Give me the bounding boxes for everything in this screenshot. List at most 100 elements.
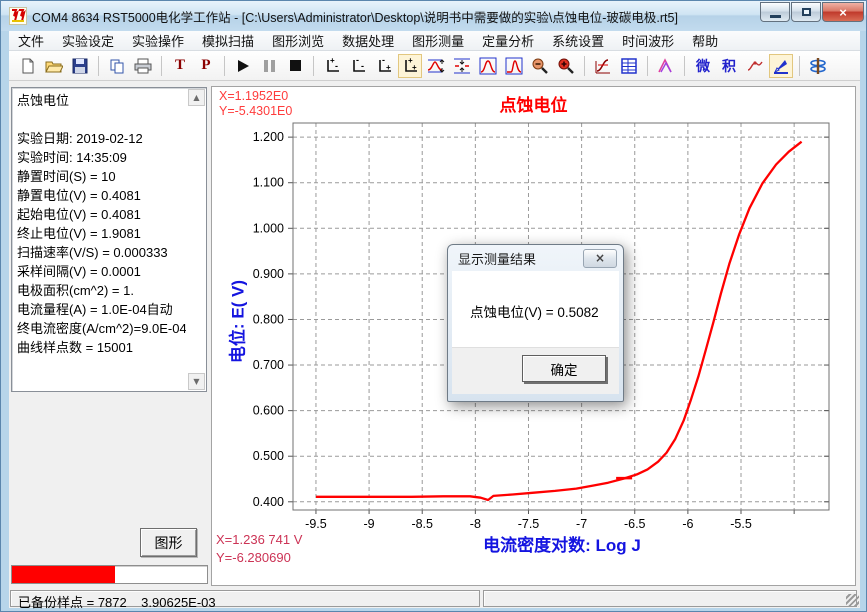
title-bar: COM4 8634 RST5000电化学工作站 - [C:\Users\Admi… [1,1,867,31]
differentiate-button[interactable]: 微 [691,54,715,78]
pause-icon [264,60,275,72]
copy-button[interactable] [105,54,129,78]
window-controls: × [759,2,864,22]
progress-fill [12,566,115,583]
toolbar-separator [684,56,685,76]
rotate-3d-button[interactable] [806,54,830,78]
window-title: COM4 8634 RST5000电化学工作站 - [C:\Users\Admi… [32,7,678,26]
resize-grip[interactable] [846,594,859,607]
scroll-down-button[interactable]: ▼ [188,373,205,390]
ok-button[interactable]: 确定 [522,355,606,382]
marker-p-button[interactable]: P [194,54,218,78]
graph-button[interactable]: 图形 [140,528,197,557]
menu-item-3[interactable]: 模拟扫描 [193,30,263,51]
print-button[interactable] [131,54,155,78]
menu-item-8[interactable]: 系统设置 [543,30,613,51]
integrate-icon: 积 [722,56,736,76]
new-file-button[interactable] [16,54,40,78]
menu-bar: 文件实验设定实验操作模拟扫描图形浏览数据处理图形测量定量分析系统设置时间波形帮助 [9,31,860,51]
axes-y-plus-x-plus-button[interactable]: ++ [398,54,422,78]
toolbar-separator [799,56,800,76]
letter-t-icon: T [175,57,185,74]
stop-button[interactable] [283,54,307,78]
open-file-button[interactable] [42,54,66,78]
close-icon: × [839,5,847,20]
toolbar-separator [161,56,162,76]
svg-text:-: - [361,61,364,71]
cursor-readout-bottom: X=1.236 741 V Y=-6.280690 [216,531,302,567]
menu-item-10[interactable]: 帮助 [683,30,727,51]
y-tick-label: 0.700 [253,358,284,372]
x-tick-label: -9 [364,517,375,531]
y-tick-label: 1.000 [253,221,284,235]
application-window: COM4 8634 RST5000电化学工作站 - [C:\Users\Admi… [0,0,867,612]
toolbar-separator [224,56,225,76]
y-axis-label: 电位: E( V) [224,242,249,402]
zoom-out-button[interactable] [528,54,552,78]
dialog-footer: 确定 [452,347,619,394]
y-tick-label: 0.500 [253,449,284,463]
run-button[interactable] [231,54,255,78]
toolbar-separator [98,56,99,76]
restore-button[interactable] [791,2,821,22]
graph-button-label: 图形 [155,533,183,553]
work-area: 点蚀电位 实验日期: 2019-02-12 实验时间: 14:35:09 静置时… [9,81,860,587]
zoom-in-button[interactable] [554,54,578,78]
peak-overlay-button[interactable] [654,54,678,78]
scroll-up-button[interactable]: ▲ [188,89,205,106]
stop-icon [290,60,301,71]
dialog-close-button[interactable]: × [583,249,617,268]
axes-y-minus-x-minus-button[interactable]: -- [346,54,370,78]
menu-item-5[interactable]: 数据处理 [333,30,403,51]
menu-item-7[interactable]: 定量分析 [473,30,543,51]
menu-item-1[interactable]: 实验设定 [53,30,123,51]
menu-item-9[interactable]: 时间波形 [613,30,683,51]
experiment-parameters-text: 点蚀电位 实验日期: 2019-02-12 实验时间: 14:35:09 静置时… [17,91,186,388]
x-tick-label: -7.5 [518,517,540,531]
compress-y-button[interactable] [450,54,474,78]
menu-item-2[interactable]: 实验操作 [123,30,193,51]
minimize-button[interactable] [760,2,790,22]
arrow-down-icon: ▼ [193,377,199,386]
dialog-title-bar: 显示测量结果 × [448,245,623,271]
dialog-title: 显示测量结果 [458,249,536,268]
close-button[interactable]: × [822,2,864,22]
svg-text:+: + [386,63,391,72]
restore-icon [802,8,811,16]
x-tick-label: -6 [682,517,693,531]
pause-button[interactable] [257,54,281,78]
menu-item-0[interactable]: 文件 [9,30,53,51]
x-tick-label: -8.5 [411,517,433,531]
backup-progress-bar [11,565,208,584]
close-icon: × [595,251,605,265]
zoom-window-button[interactable] [476,54,500,78]
axes-y-minus-x-plus-button[interactable]: -+ [372,54,396,78]
status-panel-right [483,590,857,607]
menu-item-6[interactable]: 图形测量 [403,30,473,51]
arrow-up-icon: ▲ [193,93,199,102]
x-tick-label: -9.5 [305,517,327,531]
letter-p-icon: P [201,57,210,74]
data-table-button[interactable] [617,54,641,78]
experiment-parameters-panel: 点蚀电位 实验日期: 2019-02-12 实验时间: 14:35:09 静置时… [11,87,207,392]
y-tick-label: 0.400 [253,495,284,509]
svg-text:-: - [356,57,359,65]
menu-item-4[interactable]: 图形浏览 [263,30,333,51]
marker-t-button[interactable]: T [168,54,192,78]
integrate-button[interactable]: 积 [717,54,741,78]
x-tick-label: -8 [470,517,481,531]
x-tick-label: -5.5 [730,517,752,531]
graphic-measure-button[interactable] [769,54,793,78]
y-tick-label: 1.100 [253,176,284,190]
fit-y-button[interactable] [424,54,448,78]
status-bar: 已备份样点 = 7872 3.90625E-03 [9,587,860,608]
minimize-icon [770,15,781,18]
toolbar-separator [313,56,314,76]
smooth-curve-button[interactable] [743,54,767,78]
status-text: 已备份样点 = 7872 3.90625E-03 [11,591,479,611]
zoom-window-narrow-button[interactable] [502,54,526,78]
baseline-button[interactable] [591,54,615,78]
save-file-button[interactable] [68,54,92,78]
axes-y-plus-x-minus-button[interactable]: +- [320,54,344,78]
y-tick-label: 0.900 [253,267,284,281]
